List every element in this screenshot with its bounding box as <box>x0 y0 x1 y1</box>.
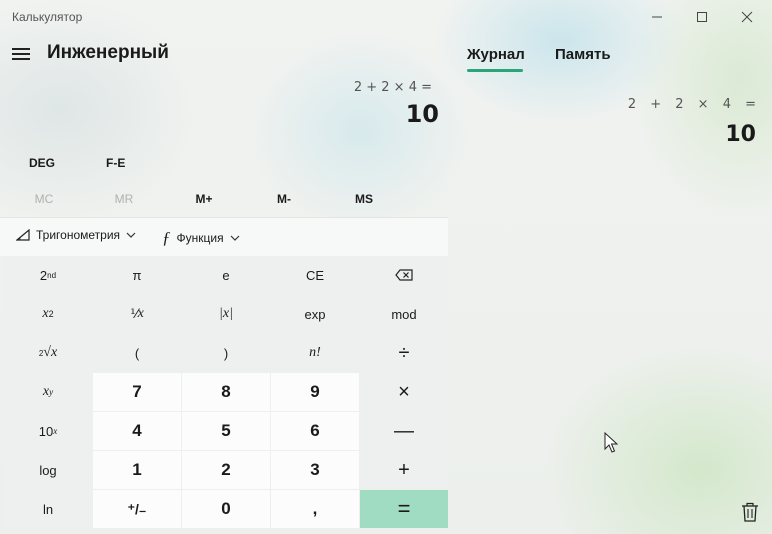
trigonometry-dropdown[interactable]: Тригонометрия <box>16 228 136 242</box>
ten-sup: x <box>53 426 58 436</box>
chevron-down-icon <box>126 232 136 238</box>
square-sup: 2 <box>48 309 54 319</box>
reciprocal-x: x <box>137 306 144 321</box>
minimize-button[interactable] <box>634 0 680 34</box>
maximize-icon <box>697 12 707 22</box>
fe-toggle-button[interactable]: F-E <box>106 156 125 170</box>
negate-button[interactable]: ⁺/₋ <box>93 490 181 528</box>
function-label: Функция <box>176 231 224 245</box>
function-toolbar: Тригонометрия ƒ Функция <box>0 217 448 256</box>
active-tab-indicator <box>467 69 523 72</box>
chevron-down-icon <box>230 235 240 241</box>
digit-1-button[interactable]: 1 <box>93 451 181 489</box>
history-result: 10 <box>725 122 756 147</box>
digit-0-button[interactable]: 0 <box>182 490 270 528</box>
expression-display: 2 + 2 × 4 = <box>353 80 432 95</box>
root-label: √x <box>43 345 58 360</box>
power-button[interactable]: xy <box>4 373 92 411</box>
triangle-icon <box>16 229 30 241</box>
function-dropdown[interactable]: ƒ Функция <box>162 228 240 248</box>
navigation-menu-button[interactable] <box>10 44 32 64</box>
backspace-icon <box>395 269 413 281</box>
exp-button[interactable]: exp <box>271 295 359 333</box>
memory-add-button[interactable]: M+ <box>174 192 234 206</box>
digit-8-button[interactable]: 8 <box>182 373 270 411</box>
function-icon: ƒ <box>162 228 171 247</box>
mod-button[interactable]: mod <box>360 295 448 333</box>
absolute-button[interactable]: |x| <box>182 295 270 333</box>
title-bar: Калькулятор <box>0 0 772 34</box>
mouse-pointer-icon <box>604 431 619 458</box>
euler-button[interactable]: e <box>182 256 270 294</box>
square-root-button[interactable]: 2 √x <box>4 334 92 372</box>
absolute-label: |x| <box>219 306 233 321</box>
clear-history-button[interactable] <box>741 502 761 524</box>
square-button[interactable]: x2 <box>4 295 92 333</box>
log-button[interactable]: log <box>4 451 92 489</box>
second-function-button[interactable]: 2nd <box>4 256 92 294</box>
divide-button[interactable]: ÷ <box>360 334 448 372</box>
trash-icon <box>742 502 758 522</box>
ten-base: 10 <box>38 423 54 439</box>
power-sup: y <box>49 387 54 397</box>
digit-4-button[interactable]: 4 <box>93 412 181 450</box>
digit-6-button[interactable]: 6 <box>271 412 359 450</box>
close-button[interactable] <box>724 0 770 34</box>
memory-recall-button[interactable]: MR <box>94 192 154 206</box>
ln-button[interactable]: ln <box>4 490 92 528</box>
keypad: 2nd π e CE x2 ⅟x |x| exp mod 2 √x ( ) n! … <box>4 256 448 528</box>
plus-button[interactable]: + <box>360 451 448 489</box>
reciprocal-prefix: ⅟ <box>130 306 138 321</box>
minimize-icon <box>652 16 662 18</box>
maximize-button[interactable] <box>679 0 725 34</box>
second-label: 2 <box>39 267 48 283</box>
second-sup: nd <box>47 270 57 280</box>
memory-subtract-button[interactable]: M- <box>254 192 314 206</box>
factorial-label: n! <box>309 345 321 360</box>
history-expression: 2 + 2 × 4 = <box>627 97 756 112</box>
close-icon <box>741 11 753 23</box>
trigonometry-label: Тригонометрия <box>36 228 121 242</box>
digit-5-button[interactable]: 5 <box>182 412 270 450</box>
pi-button[interactable]: π <box>93 256 181 294</box>
clear-entry-button[interactable]: CE <box>271 256 359 294</box>
result-display: 10 <box>405 100 439 128</box>
hamburger-icon <box>12 48 30 60</box>
minus-button[interactable]: — <box>360 412 448 450</box>
memory-clear-button[interactable]: MC <box>14 192 74 206</box>
angle-unit-button[interactable]: DEG <box>29 156 55 170</box>
calculator-mode-title: Инженерный <box>47 42 169 63</box>
reciprocal-button[interactable]: ⅟x <box>93 295 181 333</box>
digit-2-button[interactable]: 2 <box>182 451 270 489</box>
memory-store-button[interactable]: MS <box>334 192 394 206</box>
decimal-button[interactable]: , <box>271 490 359 528</box>
digit-9-button[interactable]: 9 <box>271 373 359 411</box>
digit-3-button[interactable]: 3 <box>271 451 359 489</box>
left-paren-button[interactable]: ( <box>93 334 181 372</box>
backspace-button[interactable] <box>360 256 448 294</box>
multiply-button[interactable]: × <box>360 373 448 411</box>
tab-memory[interactable]: Память <box>555 46 611 63</box>
window-title: Калькулятор <box>12 10 83 24</box>
right-paren-button[interactable]: ) <box>182 334 270 372</box>
ten-power-button[interactable]: 10 x <box>4 412 92 450</box>
equals-button[interactable]: = <box>360 490 448 528</box>
factorial-button[interactable]: n! <box>271 334 359 372</box>
digit-7-button[interactable]: 7 <box>93 373 181 411</box>
tab-history[interactable]: Журнал <box>467 46 525 63</box>
